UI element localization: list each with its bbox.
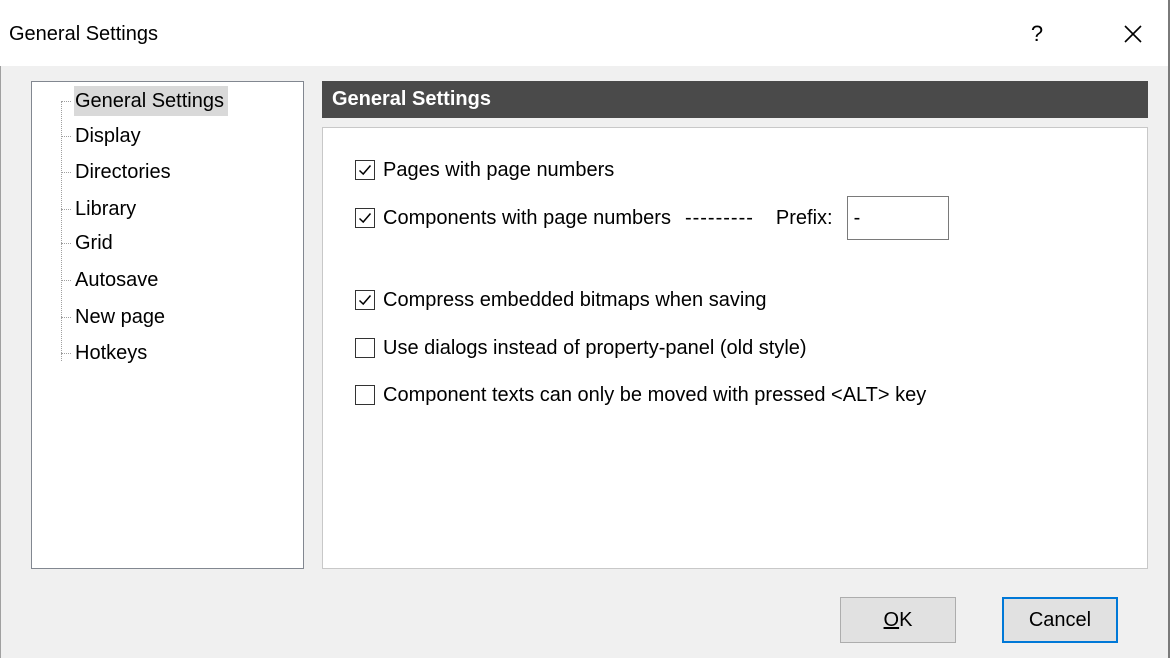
checkmark-icon (358, 165, 372, 176)
tree-connector (61, 242, 71, 244)
tree-item-label: Display (75, 125, 141, 147)
option-compress-embedded-bitmaps[interactable]: Compress embedded bitmaps when saving (355, 285, 767, 315)
tree-connector (61, 352, 71, 354)
checkmark-icon (358, 295, 372, 306)
ok-button[interactable]: OK (840, 597, 956, 643)
option-component-texts-alt-key[interactable]: Component texts can only be moved with p… (355, 380, 926, 410)
tree-item-autosave[interactable]: Autosave (61, 265, 162, 295)
checkmark-icon (358, 213, 372, 224)
panel-header: General Settings (322, 81, 1148, 118)
ok-mnemonic: O (883, 609, 900, 631)
option-label: Use dialogs instead of property-panel (o… (383, 337, 807, 359)
checkbox[interactable] (355, 385, 375, 405)
ok-label-rest: K (899, 609, 913, 631)
tree-connector (61, 135, 71, 137)
tree-connector (61, 208, 71, 210)
option-components-with-page-numbers[interactable]: Components with page numbers --------- P… (355, 196, 949, 240)
close-button[interactable] (1108, 14, 1158, 54)
tree-item-label: Autosave (75, 269, 159, 291)
tree-item-label: Library (75, 198, 137, 220)
tree-item-display[interactable]: Display (61, 121, 145, 151)
tree-item-new-page[interactable]: New page (61, 302, 169, 332)
tree-item-label: Grid (75, 232, 113, 254)
window-border-left (0, 66, 1, 658)
dashed-leader: --------- (684, 206, 754, 229)
title-bar: General Settings ? (0, 0, 1170, 66)
tree-connector (61, 171, 71, 173)
prefix-input[interactable] (846, 196, 949, 240)
window-title: General Settings (9, 23, 158, 45)
help-button[interactable]: ? (1012, 14, 1062, 54)
prefix-label: Prefix: (775, 206, 833, 229)
tree-item-label: Directories (75, 161, 171, 183)
tree-item-directories[interactable]: Directories (61, 157, 175, 187)
tree-item-general-settings[interactable]: General Settings (61, 86, 228, 116)
tree-item-grid[interactable]: Grid (61, 228, 117, 258)
tree-connector (61, 279, 71, 281)
option-label: Compress embedded bitmaps when saving (383, 289, 767, 311)
tree-connector (61, 316, 71, 318)
option-use-dialogs-instead[interactable]: Use dialogs instead of property-panel (o… (355, 333, 807, 363)
checkbox[interactable] (355, 338, 375, 358)
tree-item-label: Hotkeys (75, 342, 148, 364)
option-label: Components with page numbers (383, 207, 671, 229)
close-icon (1124, 25, 1142, 43)
option-pages-with-page-numbers[interactable]: Pages with page numbers (355, 155, 614, 185)
checkbox[interactable] (355, 160, 375, 180)
cancel-button[interactable]: Cancel (1002, 597, 1118, 643)
tree-connector (61, 100, 71, 102)
tree-item-label: General Settings (74, 86, 228, 116)
tree-item-library[interactable]: Library (61, 194, 140, 224)
option-label: Pages with page numbers (383, 159, 615, 181)
tree-item-label: New page (75, 306, 166, 328)
option-label: Component texts can only be moved with p… (383, 384, 927, 406)
checkbox[interactable] (355, 290, 375, 310)
checkbox[interactable] (355, 208, 375, 228)
tree-item-hotkeys[interactable]: Hotkeys (61, 338, 151, 368)
